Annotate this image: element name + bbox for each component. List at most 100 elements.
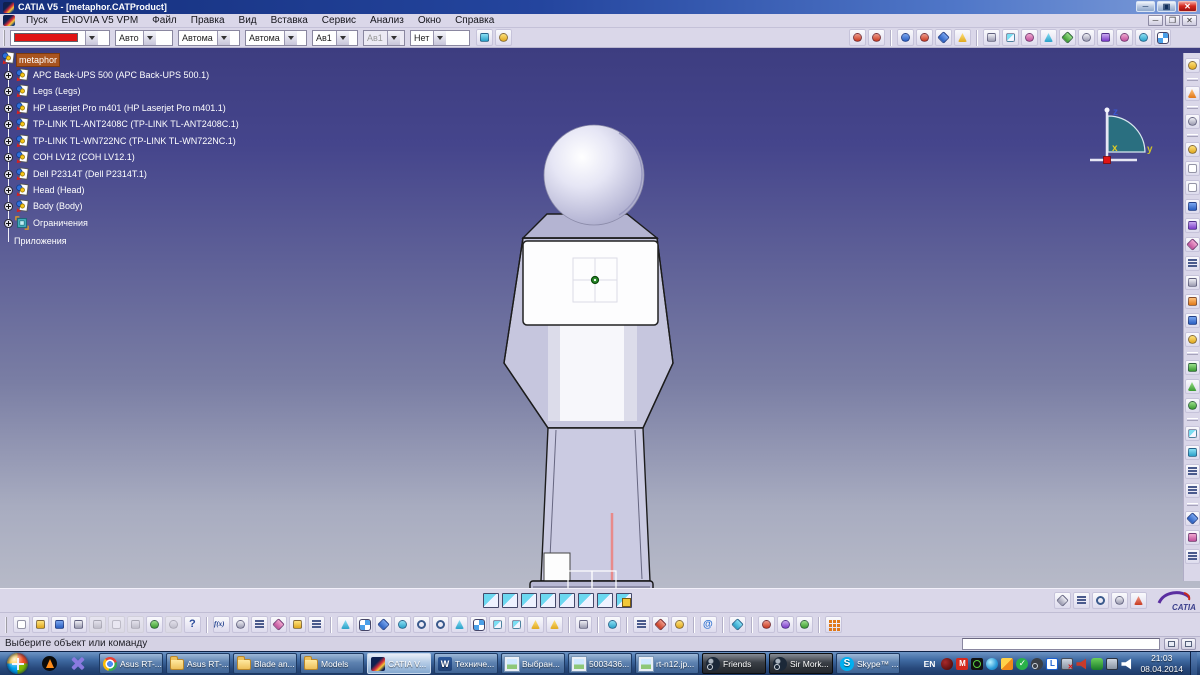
- taskbar-button-folder[interactable]: Blade an...: [233, 653, 297, 674]
- knowledge-graph-icon[interactable]: [270, 616, 287, 633]
- mdi-minimize-button[interactable]: ─: [1148, 15, 1163, 26]
- measure-item-icon[interactable]: [652, 616, 669, 633]
- tree-item-label[interactable]: TP-LINK TL-ANT2408C (TP-LINK TL-ANT2408C…: [31, 118, 241, 130]
- catalog-a-icon[interactable]: [758, 616, 775, 633]
- paperclip-icon[interactable]: [1078, 29, 1095, 46]
- opacity-combo[interactable]: Авто: [115, 30, 173, 46]
- bottom-view-icon[interactable]: [597, 593, 613, 608]
- print-icon[interactable]: [70, 616, 87, 633]
- tree-item-label[interactable]: Head (Head): [31, 184, 87, 196]
- tree-item-label[interactable]: Приложения: [12, 235, 69, 247]
- daemon-gear-icon[interactable]: [971, 658, 983, 670]
- volume-icon[interactable]: [1121, 658, 1133, 670]
- part-green-b-icon[interactable]: [1185, 379, 1200, 394]
- grid-icon[interactable]: [825, 616, 842, 633]
- palette-grid-icon[interactable]: [1154, 29, 1171, 46]
- prism-icon[interactable]: [729, 616, 746, 633]
- tree-item-label[interactable]: Legs (Legs): [31, 85, 83, 97]
- formula-icon[interactable]: [213, 616, 230, 633]
- box-3d-icon[interactable]: [1002, 29, 1019, 46]
- chevron-down-icon[interactable]: [217, 31, 230, 45]
- select-cursor-icon[interactable]: [1185, 86, 1200, 101]
- mdi-restore-button[interactable]: ❐: [1165, 15, 1180, 26]
- back-view-icon[interactable]: [521, 593, 537, 608]
- chevron-down-icon[interactable]: [284, 31, 297, 45]
- right-view-icon[interactable]: [559, 593, 575, 608]
- volume-red-icon[interactable]: [1076, 658, 1088, 670]
- menu-file[interactable]: Файл: [145, 14, 184, 27]
- menu-edit[interactable]: Правка: [184, 14, 232, 27]
- pan-icon[interactable]: [375, 616, 392, 633]
- text-template-icon[interactable]: [1185, 275, 1200, 290]
- aimp-tray-icon[interactable]: [1001, 658, 1013, 670]
- antivirus-check-icon[interactable]: [1016, 658, 1028, 670]
- color-combo[interactable]: [10, 30, 110, 46]
- box-a-icon[interactable]: [1185, 426, 1200, 441]
- new-part-icon[interactable]: [1185, 218, 1200, 233]
- toolbar-handle[interactable]: [5, 617, 9, 633]
- expand-icon[interactable]: [4, 120, 13, 129]
- maximize-button[interactable]: ▣: [1157, 1, 1176, 12]
- select-node-icon[interactable]: [935, 29, 952, 46]
- design-table-icon[interactable]: [251, 616, 268, 633]
- model-robot[interactable]: [495, 103, 705, 628]
- material-icon[interactable]: [1111, 592, 1128, 609]
- search-add-icon[interactable]: [897, 29, 914, 46]
- tree-item-label[interactable]: TP-LINK TL-WN722NC (TP-LINK TL-WN722NC.1…: [31, 135, 238, 147]
- turntable-icon[interactable]: [604, 616, 621, 633]
- display-error-icon[interactable]: [1061, 658, 1073, 670]
- hide-show-icon[interactable]: [527, 616, 544, 633]
- layer-combo[interactable]: Нет: [410, 30, 470, 46]
- chevron-down-icon[interactable]: [336, 31, 349, 45]
- tree-item-label[interactable]: Dell P2314T (Dell P2314T.1): [31, 168, 149, 180]
- mdi-close-button[interactable]: ✕: [1182, 15, 1197, 26]
- brush-cursor-icon[interactable]: [1185, 114, 1200, 129]
- rules-icon[interactable]: [308, 616, 325, 633]
- network-globe-icon[interactable]: [986, 658, 998, 670]
- taskbar-button-photo[interactable]: Выбран...: [501, 653, 565, 674]
- assembly-b-icon[interactable]: [1185, 530, 1200, 545]
- expand-icon[interactable]: [4, 186, 13, 195]
- tree-item-label[interactable]: APC Back-UPS 500 (APC Back-UPS 500.1): [31, 69, 211, 81]
- wand-icon[interactable]: [954, 29, 971, 46]
- left-view-icon[interactable]: [540, 593, 556, 608]
- catalog-b-icon[interactable]: [777, 616, 794, 633]
- model-inner-box[interactable]: [544, 553, 570, 581]
- knowledge-inspector-icon[interactable]: [700, 616, 717, 633]
- media-player-icon[interactable]: [70, 656, 85, 671]
- comment-icon[interactable]: [232, 616, 249, 633]
- product-gears-icon[interactable]: [1185, 142, 1200, 157]
- view-search-icon[interactable]: [1021, 29, 1038, 46]
- taskbar-button-photo[interactable]: rt-n12.jp...: [635, 653, 699, 674]
- top-view-icon[interactable]: [578, 593, 594, 608]
- chevron-down-icon[interactable]: [143, 31, 156, 45]
- expand-icon[interactable]: [4, 153, 13, 162]
- taskbar-button-chrome[interactable]: Asus RT-...: [99, 653, 163, 674]
- front-view-icon[interactable]: [502, 593, 518, 608]
- catalog-c-icon[interactable]: [796, 616, 813, 633]
- zoom-out-icon[interactable]: [432, 616, 449, 633]
- command-input[interactable]: [962, 638, 1160, 650]
- multi-view-icon[interactable]: [470, 616, 487, 633]
- expand-icon[interactable]: [4, 137, 13, 146]
- m-red-icon[interactable]: [956, 658, 968, 670]
- update-icon[interactable]: [1135, 29, 1152, 46]
- wizard-icon[interactable]: [495, 29, 512, 46]
- taskbar-button-skype[interactable]: Skype™ ...: [836, 653, 900, 674]
- numbering-gears-icon[interactable]: [1185, 332, 1200, 347]
- sequence-list-icon[interactable]: [1185, 256, 1200, 271]
- menu-help[interactable]: Справка: [448, 14, 501, 27]
- close-button[interactable]: ✕: [1178, 1, 1197, 12]
- camera-icon[interactable]: [575, 616, 592, 633]
- menu-insert[interactable]: Вставка: [264, 14, 315, 27]
- chevron-down-icon[interactable]: [433, 31, 446, 45]
- menu-window[interactable]: Окно: [411, 14, 448, 27]
- show-desktop-button[interactable]: [1190, 652, 1197, 675]
- part-green-a-icon[interactable]: [1185, 360, 1200, 375]
- help-pointer-icon[interactable]: [184, 616, 201, 633]
- product-doc-icon[interactable]: [1185, 180, 1200, 195]
- aimp-icon[interactable]: [42, 656, 57, 671]
- status-doc-button[interactable]: [1164, 638, 1179, 650]
- menu-view[interactable]: Вид: [232, 14, 264, 27]
- expand-icon[interactable]: [4, 219, 13, 228]
